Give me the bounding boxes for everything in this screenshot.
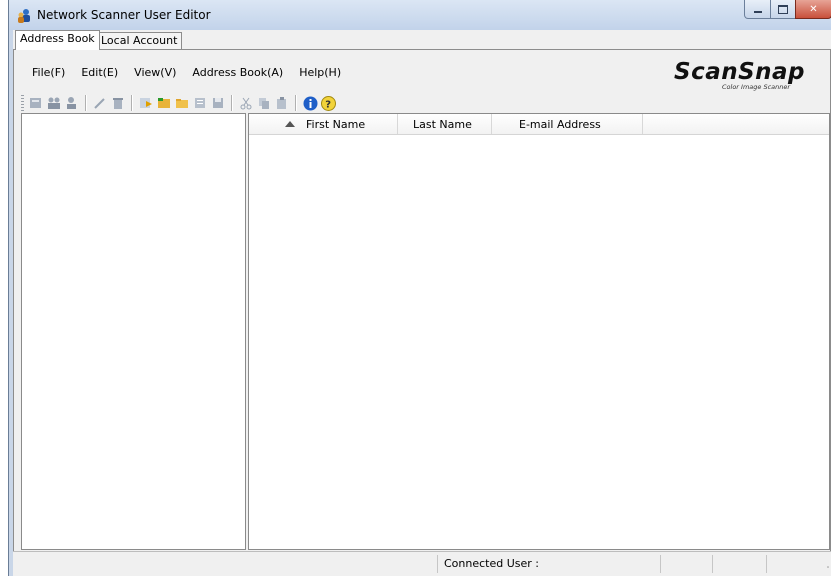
list-icon[interactable] bbox=[192, 95, 208, 111]
close-icon: ✕ bbox=[809, 3, 818, 15]
address-book-tree[interactable] bbox=[21, 113, 246, 550]
maximize-button[interactable] bbox=[770, 0, 796, 19]
folder-icon[interactable] bbox=[174, 95, 190, 111]
cut-icon[interactable] bbox=[238, 95, 254, 111]
copy-icon[interactable] bbox=[256, 95, 272, 111]
edit-icon[interactable] bbox=[92, 95, 108, 111]
menu-file[interactable]: File(F) bbox=[24, 64, 73, 82]
status-bar: Connected User : bbox=[13, 551, 831, 576]
tab-local-account[interactable]: Local Account bbox=[96, 32, 183, 49]
scansnap-logo: ScanSnap Color Image Scanner bbox=[672, 57, 822, 91]
column-email-label: E-mail Address bbox=[519, 118, 601, 131]
open-folder-icon[interactable] bbox=[156, 95, 172, 111]
column-first-name[interactable]: First Name bbox=[249, 114, 398, 134]
address-book-panel: File(F) Edit(E) View(V) Address Book(A) … bbox=[13, 49, 831, 576]
close-button[interactable]: ✕ bbox=[795, 0, 831, 19]
toolbar-grip[interactable] bbox=[21, 95, 24, 111]
menu-edit[interactable]: Edit(E) bbox=[73, 64, 126, 82]
tab-address-book[interactable]: Address Book bbox=[15, 30, 100, 50]
paste-icon[interactable] bbox=[274, 95, 290, 111]
column-last-name[interactable]: Last Name bbox=[398, 114, 492, 134]
user-list[interactable]: First Name Last Name E-mail Address bbox=[248, 113, 830, 550]
svg-text:?: ? bbox=[325, 99, 331, 110]
resize-grip[interactable] bbox=[814, 555, 831, 573]
logo-brand: ScanSnap bbox=[674, 59, 805, 85]
tab-strip: Address Book Local Account bbox=[13, 30, 831, 50]
status-cell bbox=[712, 555, 766, 573]
menu-address-book[interactable]: Address Book(A) bbox=[184, 64, 291, 82]
add-member-icon[interactable] bbox=[64, 95, 80, 111]
toolbar-separator bbox=[131, 95, 133, 111]
app-users-icon bbox=[16, 8, 32, 24]
toolbar-separator bbox=[295, 95, 297, 111]
toolbar-separator bbox=[85, 95, 87, 111]
toolbar: ? bbox=[21, 92, 337, 114]
maximize-icon bbox=[778, 4, 788, 14]
logo-tagline: Color Image Scanner bbox=[722, 83, 791, 91]
status-cell bbox=[766, 555, 814, 573]
menu-bar: File(F) Edit(E) View(V) Address Book(A) … bbox=[24, 64, 349, 82]
window-title: Network Scanner User Editor bbox=[37, 8, 211, 22]
new-group-icon[interactable] bbox=[46, 95, 62, 111]
info-icon[interactable] bbox=[302, 95, 318, 111]
title-bar[interactable]: Network Scanner User Editor ✕ bbox=[9, 0, 831, 30]
app-window: Network Scanner User Editor ✕ Address Bo… bbox=[8, 0, 831, 576]
minimize-button[interactable] bbox=[744, 0, 771, 19]
import-icon[interactable] bbox=[138, 95, 154, 111]
save-icon[interactable] bbox=[210, 95, 226, 111]
column-first-name-label: First Name bbox=[306, 118, 366, 131]
status-cell bbox=[660, 555, 712, 573]
column-last-name-label: Last Name bbox=[413, 118, 472, 131]
client-area: Address Book Local Account File(F) Edit(… bbox=[13, 30, 831, 576]
menu-help[interactable]: Help(H) bbox=[291, 64, 349, 82]
new-user-icon[interactable] bbox=[28, 95, 44, 111]
connected-user-status: Connected User : bbox=[437, 555, 660, 573]
delete-icon[interactable] bbox=[110, 95, 126, 111]
column-email[interactable]: E-mail Address bbox=[492, 114, 643, 134]
help-icon[interactable]: ? bbox=[320, 95, 336, 111]
menu-view[interactable]: View(V) bbox=[126, 64, 184, 82]
minimize-icon bbox=[753, 10, 762, 13]
toolbar-separator bbox=[231, 95, 233, 111]
column-header: First Name Last Name E-mail Address bbox=[249, 114, 829, 135]
